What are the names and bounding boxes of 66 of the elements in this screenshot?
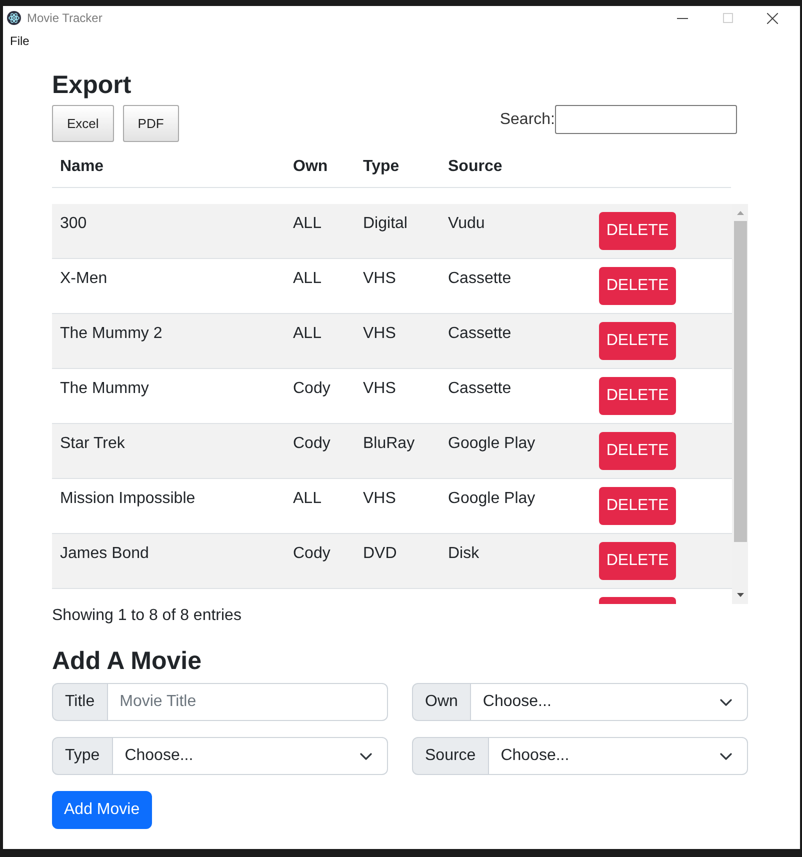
column-header: Source [447, 157, 504, 177]
table-cell: BluRay [363, 435, 415, 452]
table-cell: Star Trek [60, 435, 125, 452]
section-heading: Add A Movie [52, 646, 202, 676]
table-cell: VHS [363, 380, 396, 397]
table-cell: ALL [293, 325, 322, 342]
table-cell: VHS [363, 490, 396, 507]
table-cell: Disk [448, 545, 480, 562]
table-cell: DVD [363, 545, 397, 562]
scroll-down-icon[interactable] [736, 593, 744, 597]
window-title: Movie Tracker [27, 11, 102, 25]
select-field[interactable]: Choose... [112, 737, 388, 775]
text-field[interactable]: Movie Title [108, 683, 388, 721]
close-icon[interactable] [767, 12, 778, 24]
table-cell: ALL [293, 490, 322, 507]
delete-button[interactable]: DELETE [599, 377, 676, 415]
delete-button[interactable]: DELETE [599, 322, 676, 360]
menu-item[interactable]: File [10, 34, 30, 48]
delete-button[interactable]: DELETE [599, 212, 676, 250]
export-button[interactable]: PDF [122, 105, 179, 142]
table-cell: ALL [293, 215, 322, 232]
table-cell: Cassette [448, 325, 512, 342]
delete-button[interactable]: DELETE [599, 267, 676, 305]
table-cell: Mission Impossible [60, 490, 196, 507]
table-cell: Vudu [448, 215, 485, 232]
select-field[interactable]: Choose... [470, 683, 748, 721]
chevron-down-icon [720, 752, 732, 760]
chevron-down-icon [360, 752, 372, 760]
field-label: Title [52, 683, 108, 721]
select-field[interactable]: Choose... [488, 737, 748, 775]
field-label: Own [412, 683, 471, 721]
scroll-up-icon[interactable] [736, 211, 744, 215]
scrollbar[interactable] [732, 204, 748, 604]
field-label: Type [52, 737, 113, 775]
column-header: Name [59, 157, 105, 177]
atom-icon [7, 11, 21, 25]
section-heading: Export [52, 70, 132, 100]
table-cell: The Mummy [60, 380, 149, 397]
table-cell: X-Men [60, 270, 108, 287]
table-cell: Cody [293, 380, 330, 397]
table-cell: Digital [363, 215, 408, 232]
table-cell: VHS [363, 325, 396, 342]
table-cell: Cassette [448, 270, 512, 287]
table-cell: 300 [60, 215, 87, 232]
scrollbar-thumb[interactable] [734, 221, 747, 542]
table-cell: VHS [363, 270, 396, 287]
table-cell: Cody [293, 435, 330, 452]
export-button[interactable]: Excel [52, 105, 114, 142]
delete-button[interactable]: DELETE [599, 542, 676, 580]
delete-button[interactable]: DELETE [599, 432, 676, 470]
table-cell: Cassette [448, 380, 512, 397]
search-field[interactable] [555, 105, 737, 134]
delete-button[interactable]: DELETE [599, 487, 676, 525]
table-cell: Google Play [448, 490, 536, 507]
field-label: Source [412, 737, 489, 775]
column-header: Own [292, 157, 329, 177]
add-movie-button[interactable]: Add Movie [52, 791, 152, 829]
table-cell: Cody [293, 545, 330, 562]
column-header: Type [362, 157, 400, 177]
entries-info: Showing 1 to 8 of 8 entries [52, 606, 242, 626]
table-cell: James Bond [60, 545, 149, 562]
table-cell: The Mummy 2 [60, 325, 162, 342]
table-cell: ALL [293, 270, 322, 287]
table-cell: Google Play [448, 435, 536, 452]
search-label: Search: [500, 110, 555, 128]
chevron-down-icon [720, 698, 732, 706]
